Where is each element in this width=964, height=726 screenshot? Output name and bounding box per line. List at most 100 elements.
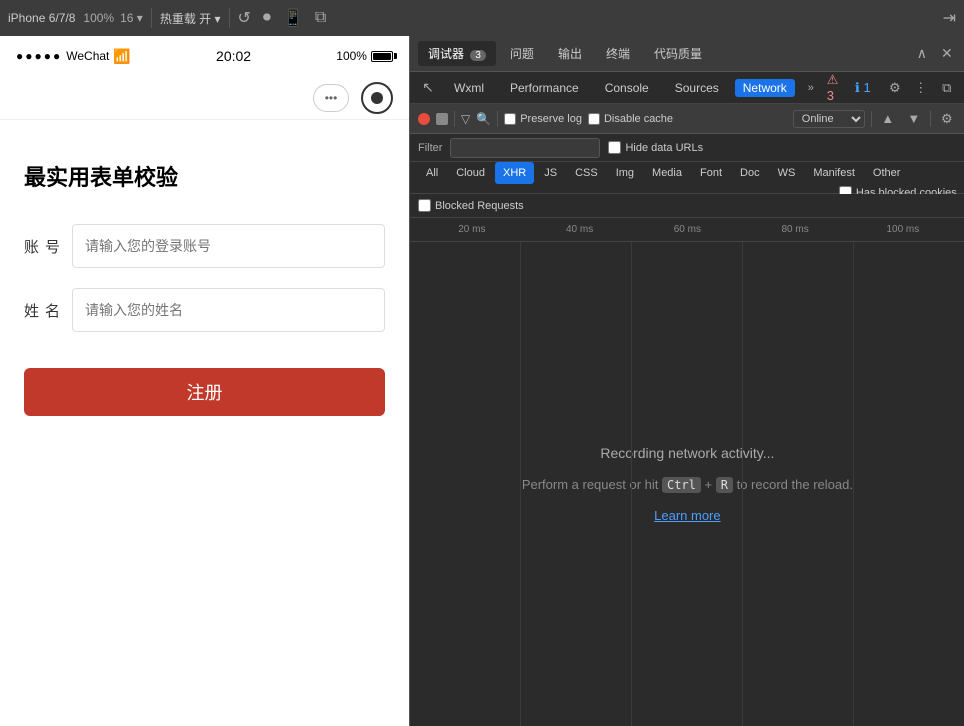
- export-icon[interactable]: ▼: [904, 109, 924, 129]
- app-name: WeChat: [66, 49, 109, 63]
- type-media[interactable]: Media: [644, 162, 690, 184]
- throttle-select[interactable]: Online Fast 3G Slow 3G Offline: [793, 110, 865, 128]
- type-css[interactable]: CSS: [567, 162, 606, 184]
- phone-action-bar: •••: [0, 76, 409, 120]
- name-input[interactable]: [72, 288, 385, 332]
- type-img[interactable]: Img: [608, 162, 642, 184]
- net-divider-3: [871, 111, 872, 127]
- disable-cache-checkbox[interactable]: [588, 113, 600, 125]
- collapse-icon[interactable]: ∧: [913, 43, 931, 64]
- account-row: 账号: [24, 224, 385, 268]
- name-row: 姓名: [24, 288, 385, 332]
- blocked-requests-check: Blocked Requests: [418, 199, 524, 212]
- tab-code-quality-label: 代码质量: [654, 47, 702, 61]
- net-divider-2: [497, 111, 498, 127]
- type-js[interactable]: JS: [536, 162, 565, 184]
- stop-button[interactable]: [436, 113, 448, 125]
- device-label: iPhone 6/7/8: [8, 11, 75, 25]
- zoom-suffix: 16 ▾: [120, 11, 143, 25]
- more-options-icon[interactable]: ⋮: [911, 78, 931, 98]
- filter-input[interactable]: [450, 138, 600, 158]
- tab-console[interactable]: Console: [595, 77, 659, 99]
- hide-data-urls-checkbox[interactable]: [608, 141, 621, 154]
- warning-badge: ⚠ 3: [827, 78, 847, 98]
- type-manifest[interactable]: Manifest: [805, 162, 863, 184]
- timeline-bar: 20 ms 40 ms 60 ms 80 ms 100 ms: [410, 218, 964, 242]
- preserve-log-row: Preserve log: [504, 113, 582, 125]
- pointer-icon[interactable]: ↖: [418, 78, 438, 98]
- type-xhr[interactable]: XHR: [495, 162, 534, 184]
- status-time: 20:02: [216, 48, 251, 64]
- tab-sources[interactable]: Sources: [665, 77, 729, 99]
- wifi-icon: 📶: [113, 48, 130, 65]
- waterfall-col-5: [854, 242, 964, 726]
- devtools-tab-bar: 调试器 3 问题 输出 终端 代码质量 ∧ ✕: [410, 36, 964, 72]
- tab-output[interactable]: 输出: [548, 41, 592, 66]
- tab-terminal[interactable]: 终端: [596, 41, 640, 66]
- signal-dots: ●●●●●: [16, 49, 62, 63]
- tab-debugger-badge: 3: [470, 50, 486, 61]
- expand-panel-icon[interactable]: ⧉: [937, 78, 957, 98]
- type-other[interactable]: Other: [865, 162, 909, 184]
- tab-network[interactable]: Network: [735, 79, 795, 97]
- phone-icon[interactable]: 📱: [283, 8, 303, 28]
- preserve-log-checkbox[interactable]: [504, 113, 516, 125]
- type-font[interactable]: Font: [692, 162, 730, 184]
- timeline-20ms: 20 ms: [418, 224, 526, 235]
- search-icon[interactable]: 🔍: [476, 112, 491, 126]
- more-button[interactable]: •••: [313, 84, 349, 112]
- type-doc[interactable]: Doc: [732, 162, 768, 184]
- name-label: 姓名: [24, 300, 60, 321]
- network-toolbar: ▽ 🔍 Preserve log Disable cache Online Fa…: [410, 104, 964, 134]
- expand-icon[interactable]: ⇥: [943, 8, 956, 28]
- battery-icon: [371, 51, 393, 62]
- tab-debugger-label: 调试器: [428, 47, 464, 61]
- record-dot-icon: [371, 92, 383, 104]
- waterfall-col-3: [632, 242, 743, 726]
- blocked-requests-label: Blocked Requests: [435, 200, 524, 212]
- status-left: ●●●●● WeChat 📶: [16, 48, 131, 65]
- record-icon[interactable]: ⏺: [263, 9, 271, 27]
- type-all[interactable]: All: [418, 162, 446, 184]
- record-button[interactable]: [418, 113, 430, 125]
- hide-data-urls-row: Hide data URLs: [608, 141, 703, 154]
- battery-fill: [373, 53, 391, 60]
- window-icon[interactable]: ⧉: [315, 9, 326, 27]
- timeline-80ms: 80 ms: [741, 224, 849, 235]
- settings-icon[interactable]: ⚙: [937, 109, 957, 129]
- filter-label: Filter: [418, 142, 442, 154]
- more-tabs-icon[interactable]: »: [801, 78, 821, 98]
- main-area: ●●●●● WeChat 📶 20:02 100% ••• 最实用表单校: [0, 36, 964, 726]
- devtools-tab-icons: ∧ ✕: [913, 43, 957, 64]
- tab-code-quality[interactable]: 代码质量: [644, 41, 712, 66]
- tab-performance[interactable]: Performance: [500, 77, 589, 99]
- import-icon[interactable]: ▲: [878, 109, 898, 129]
- timeline-40ms: 40 ms: [526, 224, 634, 235]
- status-right: 100%: [336, 49, 393, 63]
- tab-issues-label: 问题: [510, 47, 534, 61]
- net-divider-4: [930, 111, 931, 127]
- refresh-icon[interactable]: ↺: [238, 8, 251, 28]
- tab-wxml[interactable]: Wxml: [444, 77, 494, 99]
- type-cloud[interactable]: Cloud: [448, 162, 493, 184]
- phone-simulator: ●●●●● WeChat 📶 20:02 100% ••• 最实用表单校: [0, 36, 410, 726]
- blocked-requests-checkbox[interactable]: [418, 199, 431, 212]
- filter-icon[interactable]: ▽: [461, 112, 470, 126]
- close-icon[interactable]: ✕: [937, 43, 957, 64]
- submit-button[interactable]: 注册: [24, 368, 385, 416]
- tab-debugger[interactable]: 调试器 3: [418, 41, 496, 66]
- network-content: Recording network activity... Perform a …: [410, 242, 964, 726]
- top-toolbar: iPhone 6/7/8 100% 16 ▾ 热重载 开 ▾ ↺ ⏺ 📱 ⧉ ⇥: [0, 0, 964, 36]
- hot-reload-toggle[interactable]: 热重载 开 ▾: [160, 10, 221, 27]
- gear-icon[interactable]: ⚙: [885, 78, 905, 98]
- tab-issues[interactable]: 问题: [500, 41, 544, 66]
- hide-data-urls-label: Hide data URLs: [625, 142, 703, 154]
- device-selector[interactable]: iPhone 6/7/8 100% 16 ▾: [8, 11, 143, 25]
- tab-output-label: 输出: [558, 47, 582, 61]
- record-circle-button[interactable]: [361, 82, 393, 114]
- net-divider-1: [454, 111, 455, 127]
- type-ws[interactable]: WS: [770, 162, 804, 184]
- divider-1: [151, 8, 152, 28]
- zoom-label: 100%: [83, 11, 114, 25]
- account-input[interactable]: [72, 224, 385, 268]
